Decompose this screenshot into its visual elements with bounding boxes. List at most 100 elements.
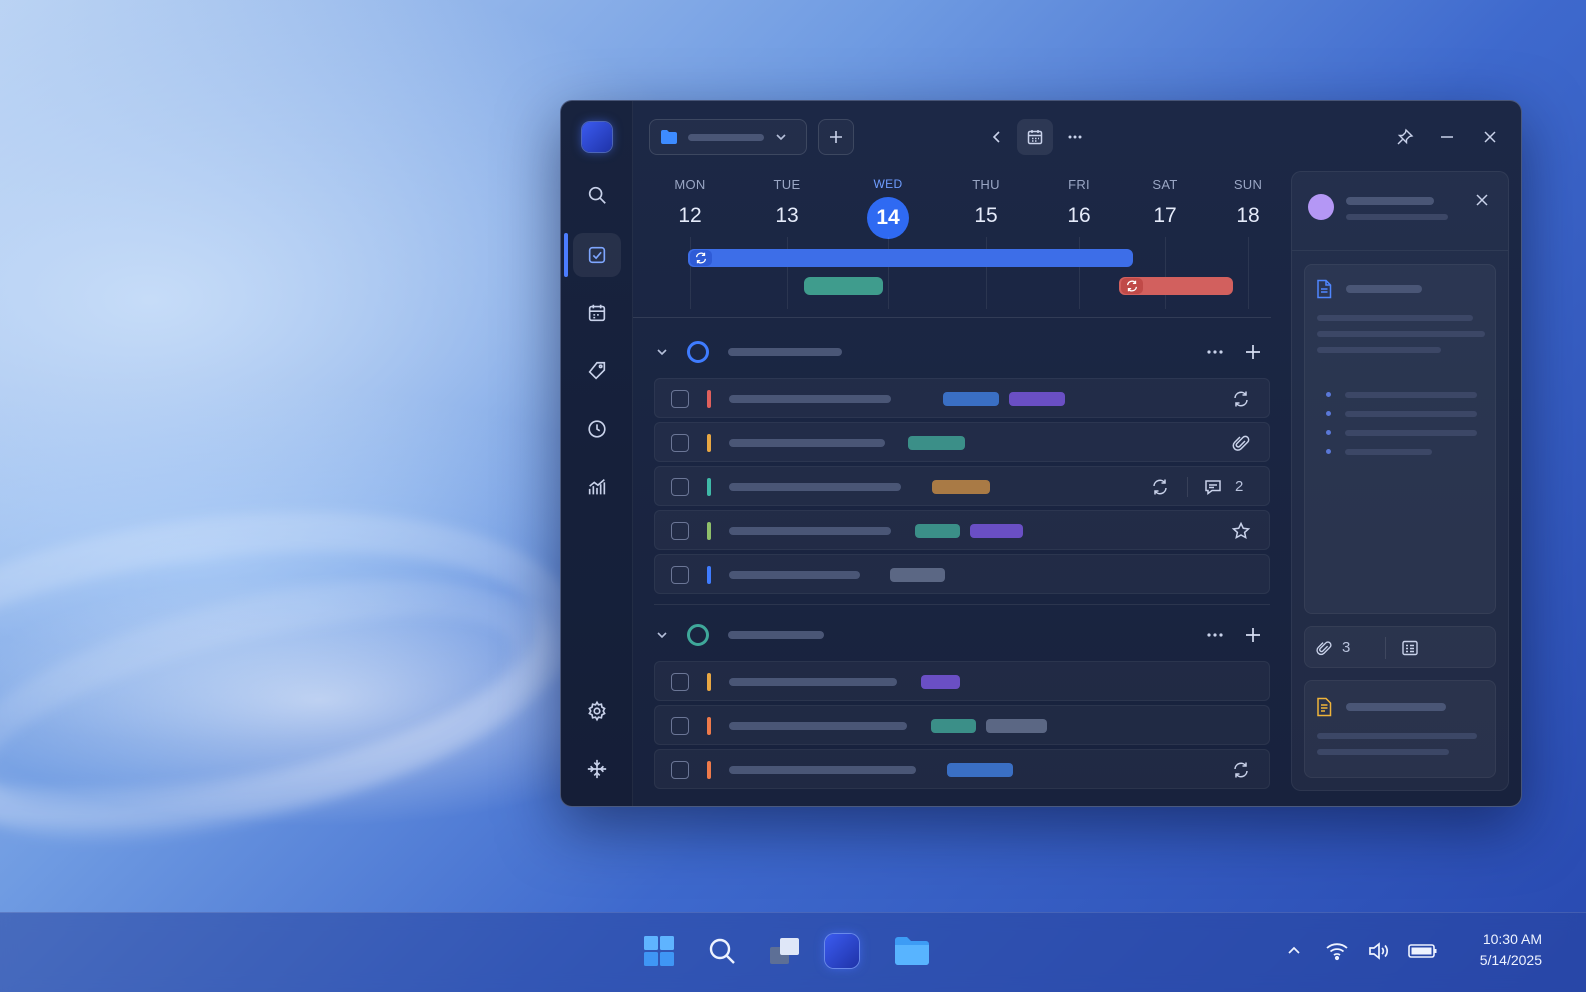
day-gridline — [1165, 237, 1166, 309]
task-tag[interactable] — [970, 524, 1023, 538]
task-tag[interactable] — [932, 480, 990, 494]
notes-card[interactable] — [1304, 264, 1496, 614]
chevron-down-icon[interactable] — [655, 345, 669, 359]
task-checkbox[interactable] — [671, 717, 689, 735]
close-window-button[interactable] — [1472, 119, 1508, 155]
taskbar-search-button[interactable] — [700, 929, 744, 973]
day-name: MON — [674, 177, 706, 192]
task-tag[interactable] — [943, 392, 999, 406]
task-tag[interactable] — [908, 436, 965, 450]
bullet-line-placeholder — [1345, 449, 1432, 455]
bullet-dot — [1326, 411, 1331, 416]
task-row[interactable] — [654, 422, 1270, 462]
more-horizontal-icon[interactable] — [1205, 626, 1225, 644]
wifi-button[interactable] — [1321, 935, 1353, 967]
day-name: THU — [972, 177, 1000, 192]
event-bar-recurring[interactable] — [1119, 277, 1233, 295]
tasks-app-taskbar-button[interactable] — [820, 929, 864, 973]
paperclip-icon[interactable] — [1315, 639, 1333, 657]
nav-calendar[interactable] — [573, 291, 621, 335]
day-sun[interactable]: SUN 18 — [1218, 177, 1278, 230]
task-checkbox[interactable] — [671, 478, 689, 496]
avatar[interactable] — [1308, 194, 1334, 220]
task-row[interactable] — [654, 661, 1270, 701]
task-tag[interactable] — [931, 719, 976, 733]
note-card[interactable] — [1304, 680, 1496, 778]
settings-button[interactable] — [573, 689, 621, 733]
file-explorer-button[interactable] — [890, 929, 934, 973]
task-title-placeholder — [729, 722, 907, 730]
nav-tags[interactable] — [573, 349, 621, 393]
priority-marker — [707, 717, 711, 735]
add-list-button[interactable] — [818, 119, 854, 155]
task-row[interactable] — [654, 554, 1270, 594]
plus-icon — [830, 131, 842, 143]
pin-button[interactable] — [1387, 119, 1423, 155]
task-view-button[interactable] — [763, 929, 807, 973]
event-bar-recurring[interactable] — [688, 249, 1133, 267]
plus-icon[interactable] — [1243, 342, 1263, 362]
day-name: SUN — [1233, 177, 1263, 192]
user-meta-placeholder — [1346, 214, 1448, 220]
start-button[interactable] — [637, 929, 681, 973]
day-number: 13 — [775, 204, 799, 227]
minimize-button[interactable] — [1429, 119, 1465, 155]
task-row[interactable] — [654, 705, 1270, 745]
task-tag[interactable] — [921, 675, 960, 689]
task-checkbox[interactable] — [671, 390, 689, 408]
day-name: FRI — [1068, 177, 1090, 192]
note-line-placeholder — [1317, 749, 1449, 755]
task-row[interactable] — [654, 510, 1270, 550]
star-icon[interactable] — [1230, 520, 1252, 542]
task-tag[interactable] — [1009, 392, 1065, 406]
tag-icon — [588, 361, 606, 380]
battery-button[interactable] — [1407, 935, 1439, 967]
more-options-button[interactable] — [1057, 119, 1093, 155]
day-tue[interactable]: TUE 13 — [757, 177, 817, 230]
bullet-line-placeholder — [1345, 430, 1477, 436]
note-line-placeholder — [1317, 733, 1477, 739]
chevron-down-icon — [776, 134, 786, 141]
calendar-view-button[interactable] — [1017, 119, 1053, 155]
close-icon[interactable] — [1474, 192, 1490, 208]
task-checkbox[interactable] — [671, 522, 689, 540]
plus-icon[interactable] — [1243, 625, 1263, 645]
subtasks-icon[interactable] — [1401, 639, 1419, 657]
nav-stats[interactable] — [573, 465, 621, 509]
task-row[interactable] — [654, 378, 1270, 418]
volume-button[interactable] — [1363, 935, 1395, 967]
bullet-dot — [1326, 449, 1331, 454]
task-checkbox[interactable] — [671, 434, 689, 452]
day-wed-today[interactable]: WED 14 — [858, 177, 918, 239]
day-sat[interactable]: SAT 17 — [1135, 177, 1195, 230]
task-checkbox[interactable] — [671, 761, 689, 779]
day-gridline — [1079, 237, 1080, 309]
clock[interactable]: 10:30 AM 5/14/2025 — [1480, 929, 1542, 971]
task-row[interactable]: 2 — [654, 466, 1270, 506]
event-bar[interactable] — [804, 277, 883, 295]
note-line-placeholder — [1317, 347, 1441, 353]
task-checkbox[interactable] — [671, 673, 689, 691]
list-selector-dropdown[interactable] — [649, 119, 807, 155]
nav-tasks[interactable] — [573, 233, 621, 277]
day-thu[interactable]: THU 15 — [956, 177, 1016, 230]
prev-week-button[interactable] — [979, 119, 1015, 155]
day-fri[interactable]: FRI 16 — [1049, 177, 1109, 230]
repeat-icon — [1230, 388, 1252, 410]
panel-divider — [1292, 250, 1508, 251]
search-button[interactable] — [573, 173, 621, 217]
clock-time: 10:30 AM — [1482, 931, 1542, 947]
task-tag[interactable] — [986, 719, 1047, 733]
task-tag[interactable] — [890, 568, 945, 582]
task-tag[interactable] — [947, 763, 1013, 777]
nav-history[interactable] — [573, 407, 621, 451]
task-tag[interactable] — [915, 524, 960, 538]
priority-marker — [707, 522, 711, 540]
more-horizontal-icon[interactable] — [1205, 343, 1225, 361]
task-row[interactable] — [654, 749, 1270, 789]
chevron-down-icon[interactable] — [655, 628, 669, 642]
task-checkbox[interactable] — [671, 566, 689, 584]
day-mon[interactable]: MON 12 — [660, 177, 720, 230]
show-hidden-icons-button[interactable] — [1278, 935, 1310, 967]
collapse-button[interactable] — [573, 747, 621, 791]
